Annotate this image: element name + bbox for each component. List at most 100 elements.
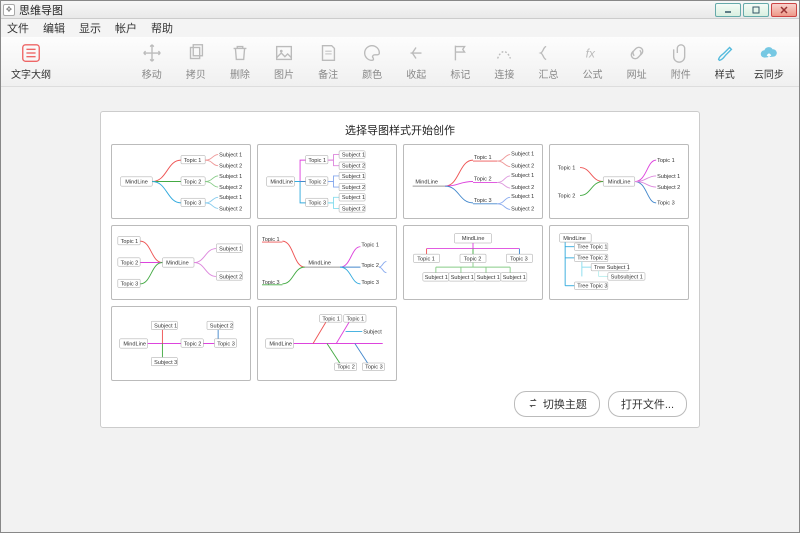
- cloud-icon: [758, 42, 780, 64]
- brush-icon: [714, 42, 736, 64]
- template-timeline[interactable]: MindLine Subject 1 Subject 3 Topic 2 Sub…: [111, 306, 251, 381]
- toolbar-label: 汇总: [538, 66, 558, 81]
- svg-text:Topic 3: Topic 3: [217, 341, 235, 347]
- svg-text:Subject 1: Subject 1: [219, 174, 242, 180]
- main-area: 选择导图样式开始创作 MindLine Topic 1 Topic 2 Topi…: [1, 87, 799, 532]
- chooser-footer: 切换主题 打开文件...: [111, 391, 689, 417]
- connect-button[interactable]: 连接: [482, 41, 526, 83]
- formula-button[interactable]: fx 公式: [571, 41, 615, 83]
- delete-button[interactable]: 删除: [218, 41, 262, 83]
- svg-text:Tree Subject 1: Tree Subject 1: [594, 265, 630, 271]
- style-button[interactable]: 样式: [703, 41, 747, 83]
- template-fishbone[interactable]: MindLine Topic 1 Topic 1 Topic 2 Topic 3…: [257, 306, 397, 381]
- image-button[interactable]: 图片: [262, 41, 306, 83]
- move-button[interactable]: 移动: [130, 41, 174, 83]
- svg-text:Subject 2: Subject 2: [219, 206, 242, 212]
- menu-edit[interactable]: 编辑: [41, 19, 67, 37]
- svg-text:Tree Topic 2: Tree Topic 2: [577, 256, 607, 262]
- svg-text:Subject 1: Subject 1: [503, 275, 526, 281]
- note-button[interactable]: 备注: [306, 41, 350, 83]
- swap-icon: [527, 397, 539, 412]
- menu-help[interactable]: 帮助: [149, 19, 175, 37]
- svg-text:fx: fx: [585, 47, 595, 61]
- collapse-button[interactable]: 收起: [394, 41, 438, 83]
- svg-text:Subject 1: Subject 1: [425, 275, 448, 281]
- image-icon: [273, 42, 295, 64]
- paperclip-icon: [670, 42, 692, 64]
- svg-text:MindLine: MindLine: [125, 179, 148, 185]
- svg-text:Subject 1: Subject 1: [342, 152, 365, 158]
- mark-button[interactable]: 标记: [438, 41, 482, 83]
- template-right-fan[interactable]: MindLine Topic 1 Topic 2 Topic 3 Subject…: [111, 144, 251, 219]
- svg-text:Topic 1: Topic 1: [474, 155, 492, 161]
- menu-file[interactable]: 文件: [5, 19, 31, 37]
- template-radial[interactable]: MindLine Topic 1Topic 2 Topic 1Topic 3 S…: [549, 144, 689, 219]
- svg-text:Topic 2: Topic 2: [121, 260, 139, 266]
- svg-text:MindLine: MindLine: [123, 341, 146, 347]
- svg-text:Topic 2: Topic 2: [361, 263, 379, 269]
- svg-text:Subject 1: Subject 1: [511, 152, 534, 158]
- svg-text:Subject 1: Subject 1: [511, 173, 534, 179]
- window-title: 思维导图: [19, 2, 715, 18]
- svg-text:MindLine: MindLine: [308, 260, 331, 266]
- svg-text:Topic 1: Topic 1: [322, 316, 340, 322]
- svg-text:Subject 1: Subject 1: [219, 152, 242, 158]
- switch-theme-button[interactable]: 切换主题: [514, 391, 600, 417]
- svg-text:MindLine: MindLine: [166, 260, 189, 266]
- svg-text:Topic 1: Topic 1: [308, 158, 326, 164]
- svg-text:Tree Topic 3: Tree Topic 3: [577, 284, 607, 290]
- template-org-chart[interactable]: MindLine Topic 1 Topic 2 Topic 3 Subject…: [403, 225, 543, 300]
- svg-text:Topic 2: Topic 2: [184, 179, 202, 185]
- fx-icon: fx: [582, 42, 604, 64]
- close-button[interactable]: [771, 3, 797, 17]
- menu-bar: 文件 编辑 显示 帐户 帮助: [1, 19, 799, 37]
- collapse-icon: [405, 42, 427, 64]
- svg-text:Subject 1: Subject 1: [477, 275, 500, 281]
- template-right-bracket[interactable]: MindLine Topic 1 Topic 2 Topic 3 Subject…: [257, 144, 397, 219]
- svg-text:Subject 2: Subject 2: [219, 164, 242, 170]
- menu-view[interactable]: 显示: [77, 19, 103, 37]
- flag-icon: [449, 42, 471, 64]
- open-file-button[interactable]: 打开文件...: [608, 391, 687, 417]
- toolbar-label: 连接: [494, 66, 514, 81]
- toolbar-label: 公式: [583, 66, 603, 81]
- svg-text:Subject 2: Subject 2: [511, 206, 534, 212]
- svg-text:Topic 3: Topic 3: [474, 198, 492, 204]
- svg-text:Subject 1: Subject 1: [451, 275, 474, 281]
- svg-text:Subject 2: Subject 2: [342, 164, 365, 170]
- minimize-button[interactable]: [715, 3, 741, 17]
- svg-text:Subject 1: Subject 1: [342, 174, 365, 180]
- svg-text:Topic 1: Topic 1: [347, 316, 365, 322]
- svg-text:Subject 2: Subject 2: [342, 206, 365, 212]
- template-two-sided[interactable]: MindLine Topic 1 Topic 2 Topic 3 Subject…: [111, 225, 251, 300]
- svg-text:Subsubject 1: Subsubject 1: [611, 274, 643, 280]
- svg-text:Subject 1: Subject 1: [219, 246, 242, 252]
- svg-text:Topic 3: Topic 3: [365, 365, 383, 371]
- outline-button[interactable]: 文字大纲: [9, 41, 53, 83]
- svg-text:Tree Topic 1: Tree Topic 1: [577, 245, 607, 251]
- trash-icon: [229, 42, 251, 64]
- template-two-sided-thin[interactable]: MindLine Topic 1 Topic 3 Topic 1Topic 2T…: [257, 225, 397, 300]
- template-tree-right[interactable]: MindLine Tree Topic 1 Tree Topic 2 Tree …: [549, 225, 689, 300]
- svg-text:Subject 2: Subject 2: [511, 185, 534, 191]
- svg-text:Subject 1: Subject 1: [511, 194, 534, 200]
- svg-text:Topic 1: Topic 1: [657, 158, 675, 164]
- maximize-button[interactable]: [743, 3, 769, 17]
- url-button[interactable]: 网址: [615, 41, 659, 83]
- color-button[interactable]: 颜色: [350, 41, 394, 83]
- attach-button[interactable]: 附件: [659, 41, 703, 83]
- svg-text:Subject 1: Subject 1: [154, 324, 177, 330]
- toolbar: 文字大纲 移动 拷贝 删除 图片 备注 颜色 收起 标记 连接 汇总 fx公式 …: [1, 37, 799, 87]
- svg-text:Topic 2: Topic 2: [337, 365, 355, 371]
- template-right-thin[interactable]: MindLine Topic 1 Topic 2 Topic 3 Subject…: [403, 144, 543, 219]
- window-buttons: [715, 3, 797, 17]
- svg-text:Topic 3: Topic 3: [121, 282, 139, 288]
- menu-account[interactable]: 帐户: [113, 19, 139, 37]
- cloud-button[interactable]: 云同步: [747, 41, 791, 83]
- button-label: 切换主题: [543, 396, 587, 412]
- summary-button[interactable]: 汇总: [526, 41, 570, 83]
- svg-text:Topic 1: Topic 1: [361, 243, 379, 249]
- svg-text:Topic 1: Topic 1: [417, 257, 435, 263]
- copy-button[interactable]: 拷贝: [174, 41, 218, 83]
- svg-text:Subject 3: Subject 3: [154, 360, 177, 366]
